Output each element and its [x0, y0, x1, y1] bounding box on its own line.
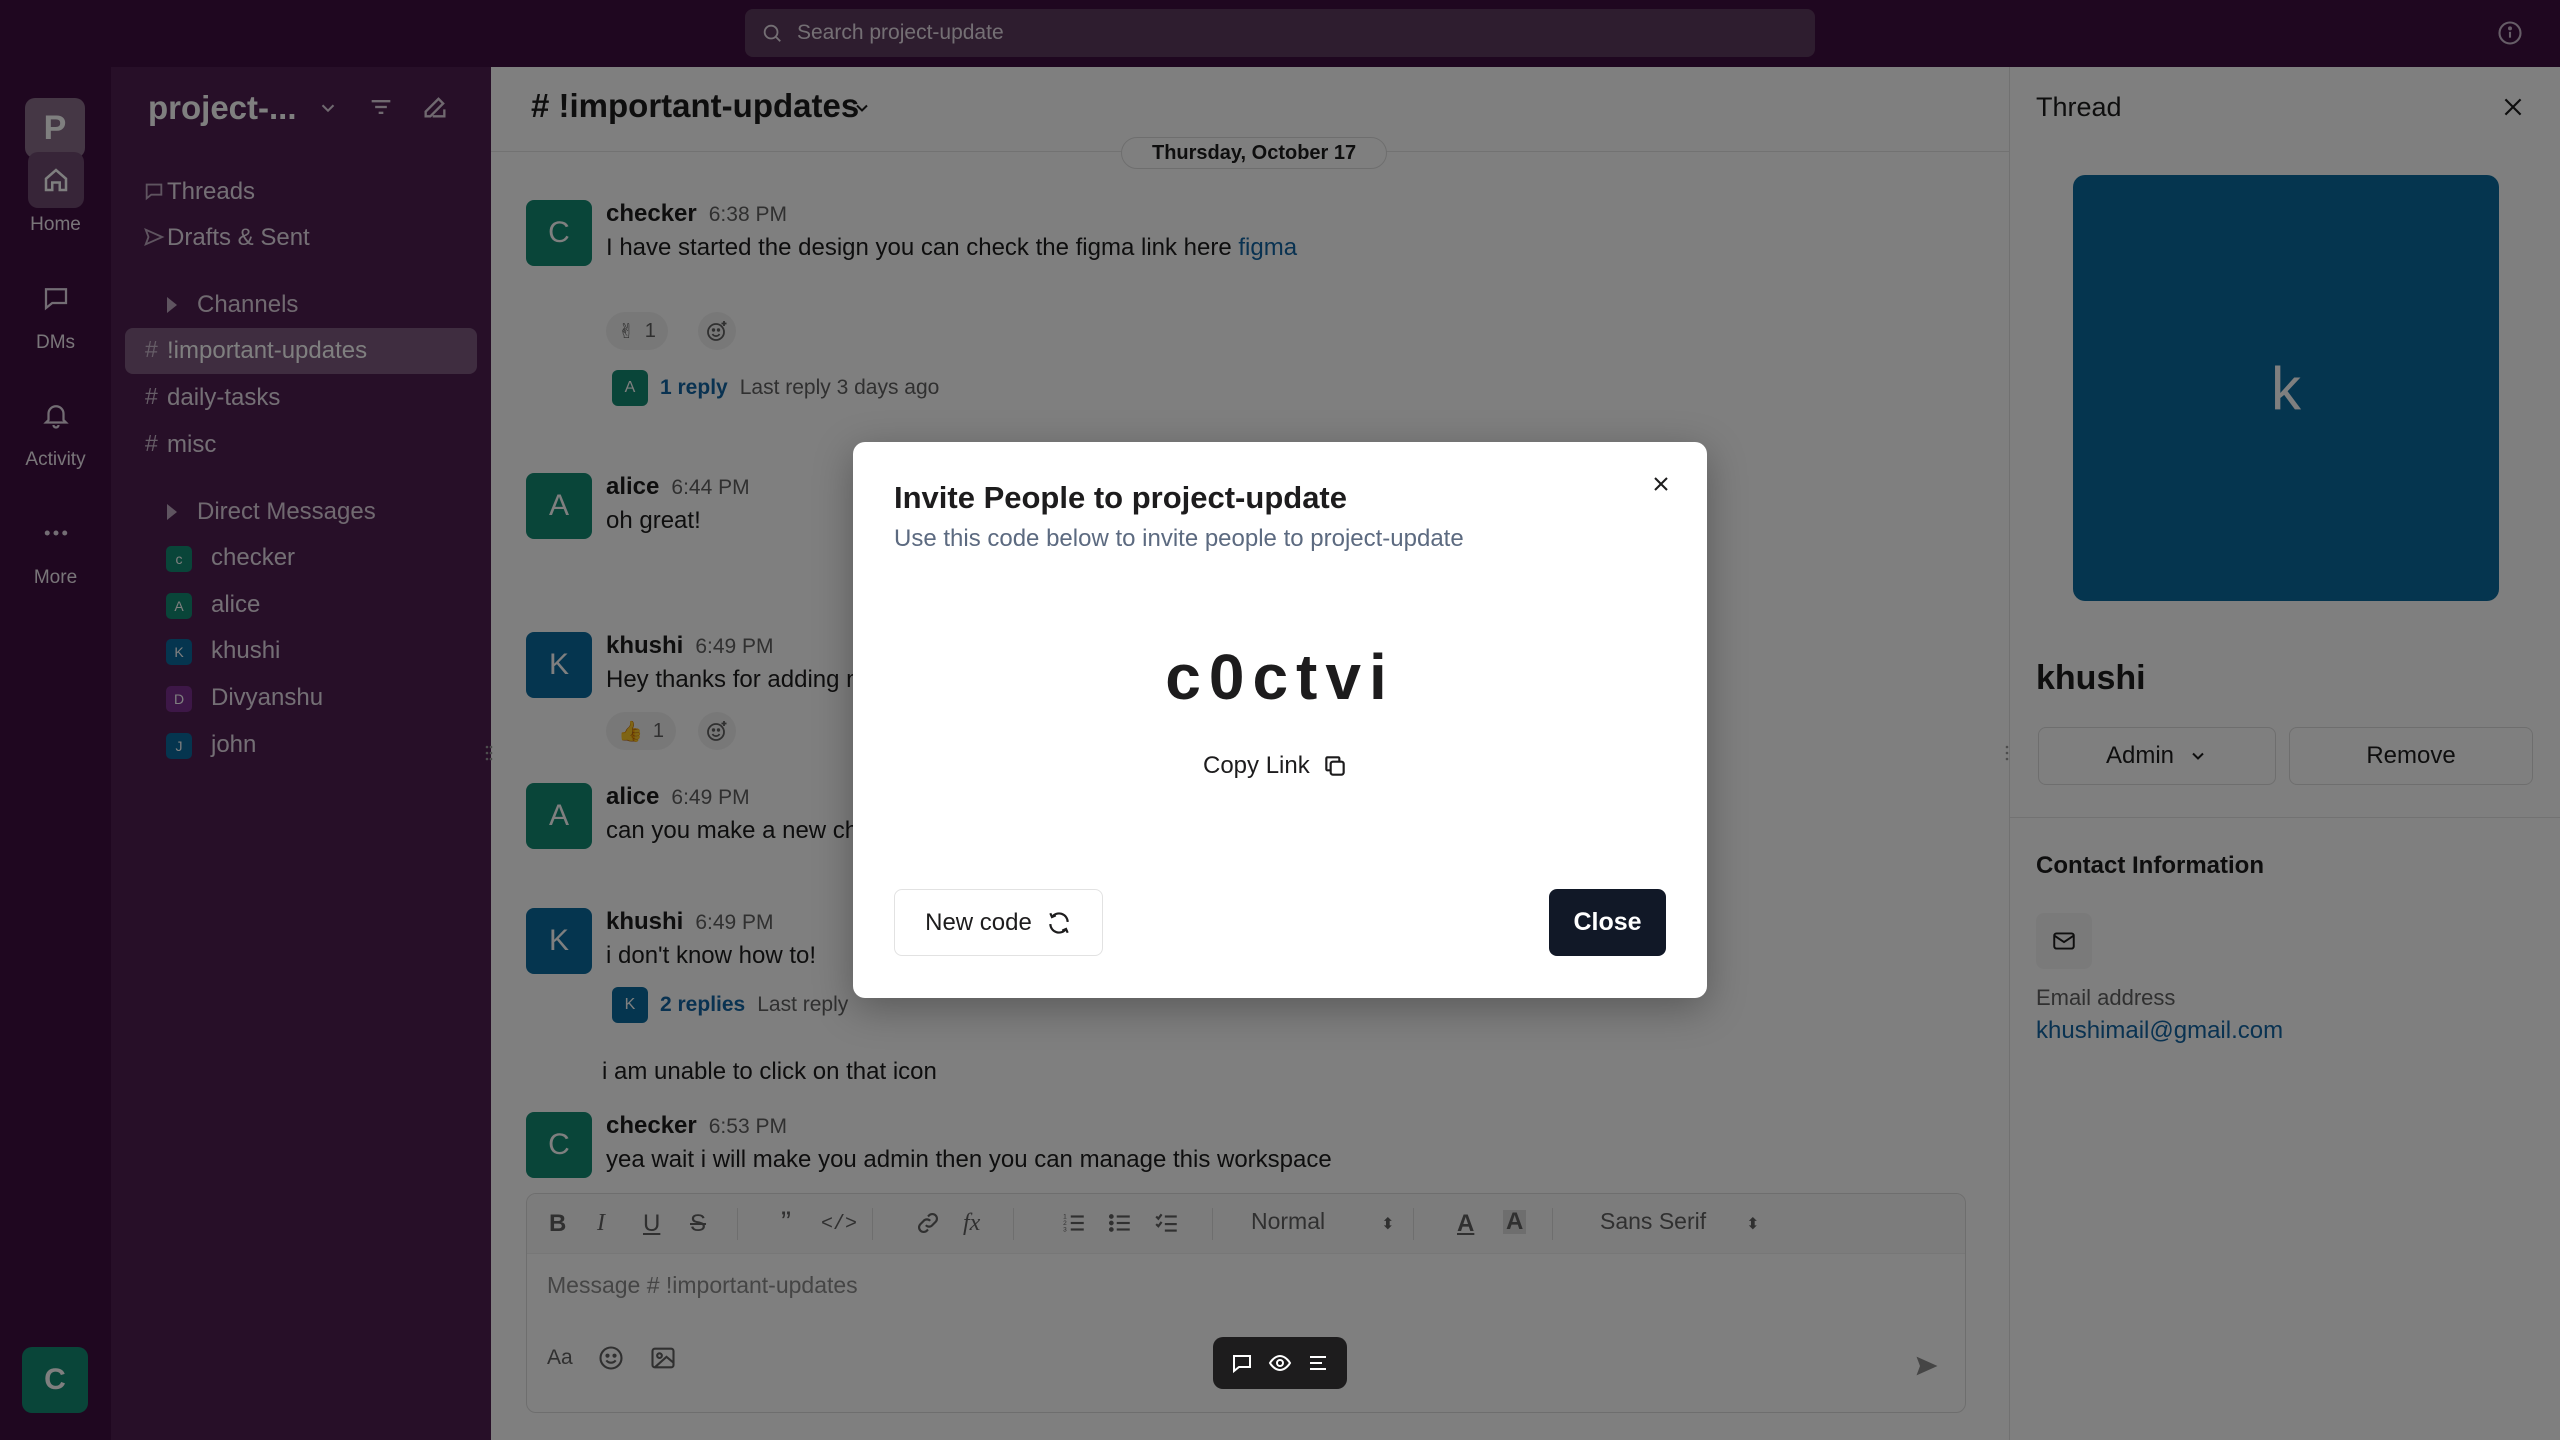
copy-link-label: Copy Link	[1203, 752, 1310, 779]
comment-icon[interactable]	[1230, 1351, 1254, 1375]
close-icon	[1654, 477, 1668, 491]
modal-title: Invite People to project-update	[894, 480, 1347, 515]
invite-modal: Invite People to project-update Use this…	[853, 442, 1707, 998]
menu-icon[interactable]	[1306, 1351, 1330, 1375]
floating-toolbar	[1213, 1337, 1347, 1389]
modal-subtitle: Use this code below to invite people to …	[894, 525, 1464, 552]
invite-code: c0ctvi	[1165, 641, 1395, 713]
copy-link-button[interactable]: Copy Link	[1203, 752, 1348, 780]
eye-icon[interactable]	[1268, 1351, 1292, 1375]
close-button[interactable]: Close	[1549, 889, 1666, 956]
refresh-icon	[1049, 911, 1069, 934]
new-code-button[interactable]: New code	[894, 889, 1103, 956]
copy-icon	[1324, 756, 1345, 776]
modal-close-button[interactable]	[1649, 472, 1673, 496]
new-code-label: New code	[925, 908, 1032, 936]
